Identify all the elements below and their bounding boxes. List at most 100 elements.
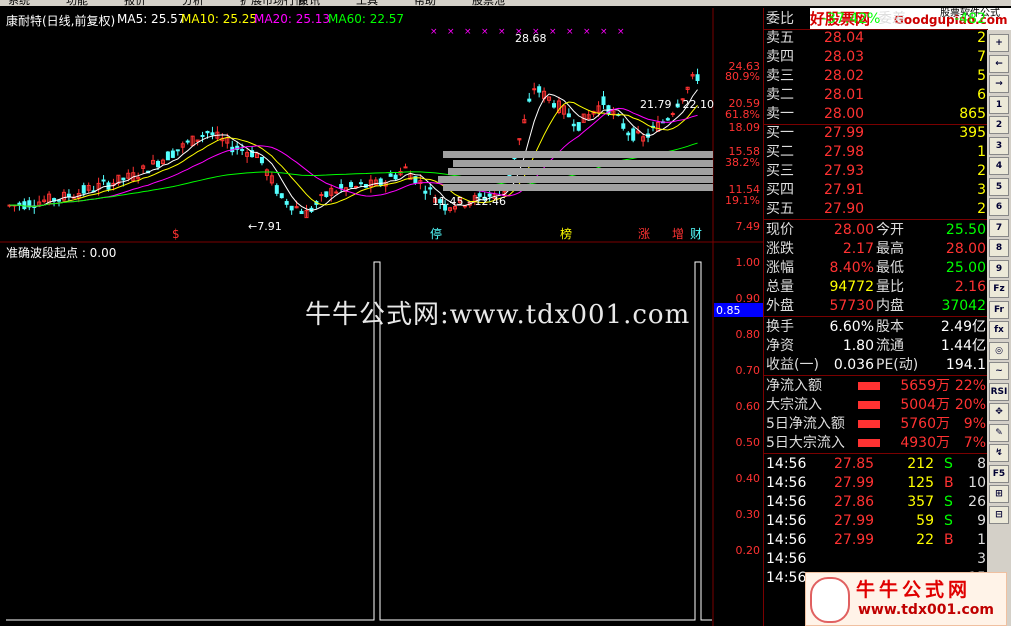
candle-body	[101, 179, 106, 182]
toolbar-button[interactable]: 1	[989, 95, 1009, 114]
candle-body	[299, 210, 304, 215]
quote-panel: 委比 -37.42% 委差 -482 卖五 28.04 2 卖四 28.03 7 卖三 28.02 5 卖…	[763, 8, 988, 626]
toolbar-button[interactable]: 3	[989, 136, 1009, 155]
stat-row-cell: 涨跌	[766, 241, 794, 257]
tick-row-cell: 27.85	[834, 456, 875, 472]
indicator-axis-label: 0.30	[736, 508, 761, 521]
toolbar-button[interactable]: ←	[989, 54, 1009, 73]
tick-row-cell: S	[944, 494, 953, 510]
tick-row-cell: 14:56	[766, 513, 807, 529]
buy-row: 买四 27.91 3	[764, 181, 988, 200]
toolbar-button[interactable]: 9	[989, 259, 1009, 278]
menu-item[interactable]: 帮助	[414, 0, 436, 6]
fund-row-cell: 流通	[876, 338, 904, 354]
menu-bar: 系统 功能 报价 分析 扩展市场行情资讯 工具 帮助 股票池	[0, 0, 1011, 6]
profile-bar	[453, 160, 713, 167]
toolbar-button[interactable]: +	[989, 34, 1009, 52]
indicator-axis-label: 0.20	[736, 544, 761, 557]
price-axis-label: 18.09	[729, 121, 761, 134]
toolbar-button[interactable]: ◎	[989, 341, 1009, 360]
tick-row-cell: 1	[977, 532, 986, 548]
toolbar-button[interactable]: F5	[989, 464, 1009, 483]
stat-row-cell: 25.50	[945, 222, 986, 238]
toolbar-button[interactable]: ✎	[989, 423, 1009, 442]
indicator-axis-label: 1.00	[736, 256, 761, 269]
buy-row: 买二 27.98 1	[764, 143, 988, 162]
flow-bar	[858, 382, 880, 390]
buy-row-cell: 买三	[766, 163, 794, 179]
toolbar-button[interactable]: 4	[989, 157, 1009, 175]
tick-row-cell: 8	[977, 456, 986, 472]
candle-body	[289, 205, 294, 211]
fund-row-cell: 股本	[876, 319, 904, 335]
range2-annotation: 21.79 - 22.10	[640, 98, 714, 111]
candle-body	[66, 193, 71, 198]
menu-item[interactable]: 分析	[182, 0, 204, 6]
candle-body	[670, 113, 675, 116]
fund-row: 收益(一) 0.036 PE(动) 194.1	[764, 356, 988, 375]
toolbar-button[interactable]: Fr	[989, 300, 1009, 319]
tick-row-cell: 27.99	[834, 513, 875, 529]
stat-row: 现价 28.00 今开 25.50	[764, 221, 988, 240]
sell-row-cell: 5	[977, 68, 986, 84]
toolbar-button[interactable]: fx	[989, 321, 1009, 339]
menu-item[interactable]: 扩展市场行情	[240, 0, 306, 6]
sell-row-cell: 卖三	[766, 68, 794, 84]
candle-body	[388, 173, 393, 177]
signal-marker: ×	[600, 27, 608, 37]
stat-row-cell: 37042	[941, 298, 986, 314]
toolbar-button[interactable]: ⊟	[989, 505, 1009, 524]
flow-row: 5日大宗流入 4930万 7%	[764, 434, 988, 453]
tick-row-cell: 14:56	[766, 551, 807, 567]
candle-body	[165, 151, 170, 161]
buy-row-cell: 买二	[766, 144, 794, 160]
menu-item[interactable]: 系统	[8, 0, 30, 6]
toolbar-button[interactable]: →	[989, 75, 1009, 93]
price-axis-label: 61.8%	[725, 108, 760, 121]
separator	[764, 375, 988, 376]
signal-marker: ×	[549, 27, 557, 37]
toolbar-button[interactable]: Fz	[989, 280, 1009, 298]
stat-row-cell: 外盘	[766, 298, 794, 314]
stat-row-cell: 今开	[876, 222, 904, 238]
sell-row-cell: 6	[977, 87, 986, 103]
stat-row-cell: 2.17	[842, 241, 874, 257]
toolbar-button[interactable]: ⊞	[989, 485, 1009, 503]
toolbar-button[interactable]: 6	[989, 198, 1009, 216]
toolbar-button[interactable]: 8	[989, 239, 1009, 257]
menu-item[interactable]: 工具	[356, 0, 378, 6]
candle-body	[170, 150, 175, 158]
candle-body	[334, 191, 339, 194]
toolbar-button[interactable]: 7	[989, 218, 1009, 237]
sell-row-cell: 28.04	[824, 30, 865, 46]
tick-row-cell: 3	[977, 551, 986, 567]
menu-item[interactable]: 报价	[124, 0, 146, 6]
toolbar-button[interactable]: ↯	[989, 444, 1009, 462]
menu-item[interactable]: 股票池	[472, 0, 505, 6]
tick-row-cell: B	[944, 532, 954, 548]
menu-item[interactable]: 资讯	[298, 0, 320, 6]
tick-row-cell: 27.99	[834, 532, 875, 548]
toolbar-button[interactable]: RSI	[989, 382, 1009, 401]
toolbar-button[interactable]: 2	[989, 116, 1009, 134]
ma20-label: MA20: 25.13	[254, 12, 331, 26]
toolbar-button[interactable]: 5	[989, 177, 1009, 196]
buy-row-cell: 27.90	[824, 201, 865, 217]
event-marker: 增	[672, 227, 684, 241]
menu-item[interactable]: 功能	[66, 0, 88, 6]
chart-area[interactable]: × × × × × × × × × × × × 24.63 80.9% 20.59 61.8% 18.09 15.…	[0, 8, 763, 626]
signal-marker: ×	[430, 27, 438, 37]
wb-row-cell: 委比	[766, 11, 794, 27]
stat-row-cell: 28.00	[833, 222, 874, 238]
candle-body	[428, 187, 433, 190]
sell-row: 卖三 28.02 5	[764, 67, 988, 86]
candle-body	[393, 174, 398, 180]
indicator-title: 准确波段起点 : 0.00	[6, 246, 117, 260]
toolbar-button[interactable]: ~	[989, 362, 1009, 380]
signal-marker: ×	[464, 27, 472, 37]
candle-body	[358, 182, 363, 185]
toolbar-button[interactable]: ✥	[989, 403, 1009, 421]
stat-row-cell: 最低	[876, 260, 904, 276]
side-toolbar: + ← → 1 2 3 4 5 6 7 8 9 Fz Fr fx ◎ ~ RSI ✥ ✎ ↯ F5 ⊞ ⊟	[987, 30, 1011, 626]
sell-row-cell: 28.03	[824, 49, 865, 65]
